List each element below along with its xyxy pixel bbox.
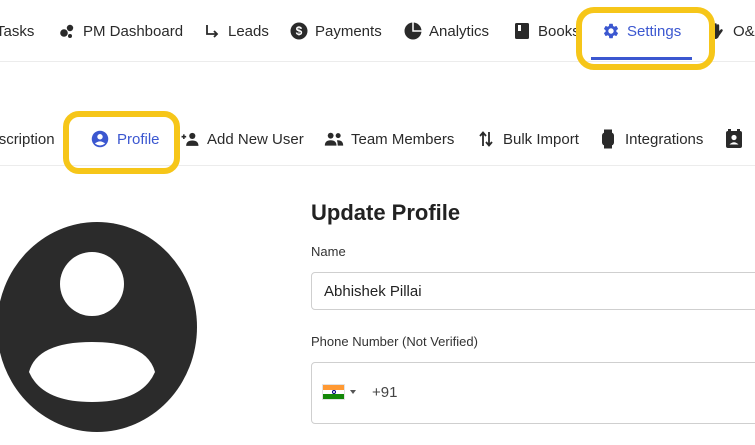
nav-leads-label: Leads	[228, 22, 269, 40]
svg-text:$: $	[296, 24, 303, 38]
name-label: Name	[311, 244, 346, 259]
subtab-subscription[interactable]: Subscription	[0, 112, 55, 166]
nav-leads[interactable]: Leads	[203, 0, 269, 62]
page-title: Update Profile	[311, 200, 461, 225]
subtab-add-new-user-label: Add New User	[207, 130, 304, 148]
group-icon	[324, 129, 344, 149]
account-circle-icon	[90, 129, 110, 149]
leads-arrow-icon	[203, 22, 221, 40]
subtab-bulk-import-label: Bulk Import	[503, 130, 579, 148]
nav-analytics[interactable]: Analytics	[404, 0, 489, 62]
settings-sub-navigation: Subscription Profile Add New User Team M…	[0, 112, 755, 166]
subtab-add-new-user[interactable]: Add New User	[180, 112, 304, 166]
subtab-subscription-label: Subscription	[0, 130, 55, 148]
avatar	[0, 222, 197, 432]
nav-pm-dashboard[interactable]: PM Dashboard	[58, 0, 183, 62]
nav-payments-label: Payments	[315, 22, 382, 40]
nav-analytics-label: Analytics	[429, 22, 490, 40]
dashboard-icon	[58, 22, 76, 40]
nav-payments[interactable]: $ Payments	[290, 0, 382, 62]
nav-books-label: Books	[538, 22, 580, 40]
subtab-more[interactable]	[724, 112, 751, 166]
subtab-bulk-import[interactable]: Bulk Import	[476, 112, 579, 166]
subtab-integrations[interactable]: Integrations	[598, 112, 703, 166]
dollar-icon: $	[290, 22, 308, 40]
phone-field[interactable]: +91	[311, 362, 755, 424]
top-navigation: Tasks PM Dashboard Leads $ Payments Anal…	[0, 0, 755, 62]
book-icon	[513, 22, 531, 40]
add-user-icon	[180, 129, 200, 149]
contact-card-icon	[724, 129, 744, 149]
subtab-integrations-label: Integrations	[625, 130, 704, 148]
gear-icon	[602, 22, 620, 40]
phone-label: Phone Number (Not Verified)	[311, 334, 478, 349]
dial-code: +91	[372, 384, 398, 401]
watch-icon	[598, 129, 618, 149]
account-circle-large-icon	[0, 222, 197, 432]
name-input[interactable]	[311, 272, 755, 310]
subtab-team-members[interactable]: Team Members	[324, 112, 454, 166]
hand-icon	[708, 22, 726, 40]
nav-tasks[interactable]: Tasks	[0, 0, 34, 62]
nav-om-label: O&M	[733, 22, 755, 40]
pie-chart-icon	[404, 22, 422, 40]
nav-tasks-label: Tasks	[0, 22, 35, 40]
subtab-team-members-label: Team Members	[351, 130, 455, 148]
nav-books[interactable]: Books	[513, 0, 580, 62]
nav-pm-dashboard-label: PM Dashboard	[83, 22, 184, 40]
nav-settings-label: Settings	[627, 22, 682, 40]
country-select[interactable]	[322, 384, 356, 400]
india-flag-icon	[322, 384, 345, 400]
subtab-profile-label: Profile	[117, 130, 160, 148]
nav-settings[interactable]: Settings	[602, 0, 681, 62]
nav-om[interactable]: O&M	[708, 0, 755, 62]
swap-vert-icon	[476, 129, 496, 149]
subtab-profile[interactable]: Profile	[90, 112, 160, 166]
chevron-down-icon	[350, 390, 356, 394]
active-tab-underline	[591, 57, 692, 60]
